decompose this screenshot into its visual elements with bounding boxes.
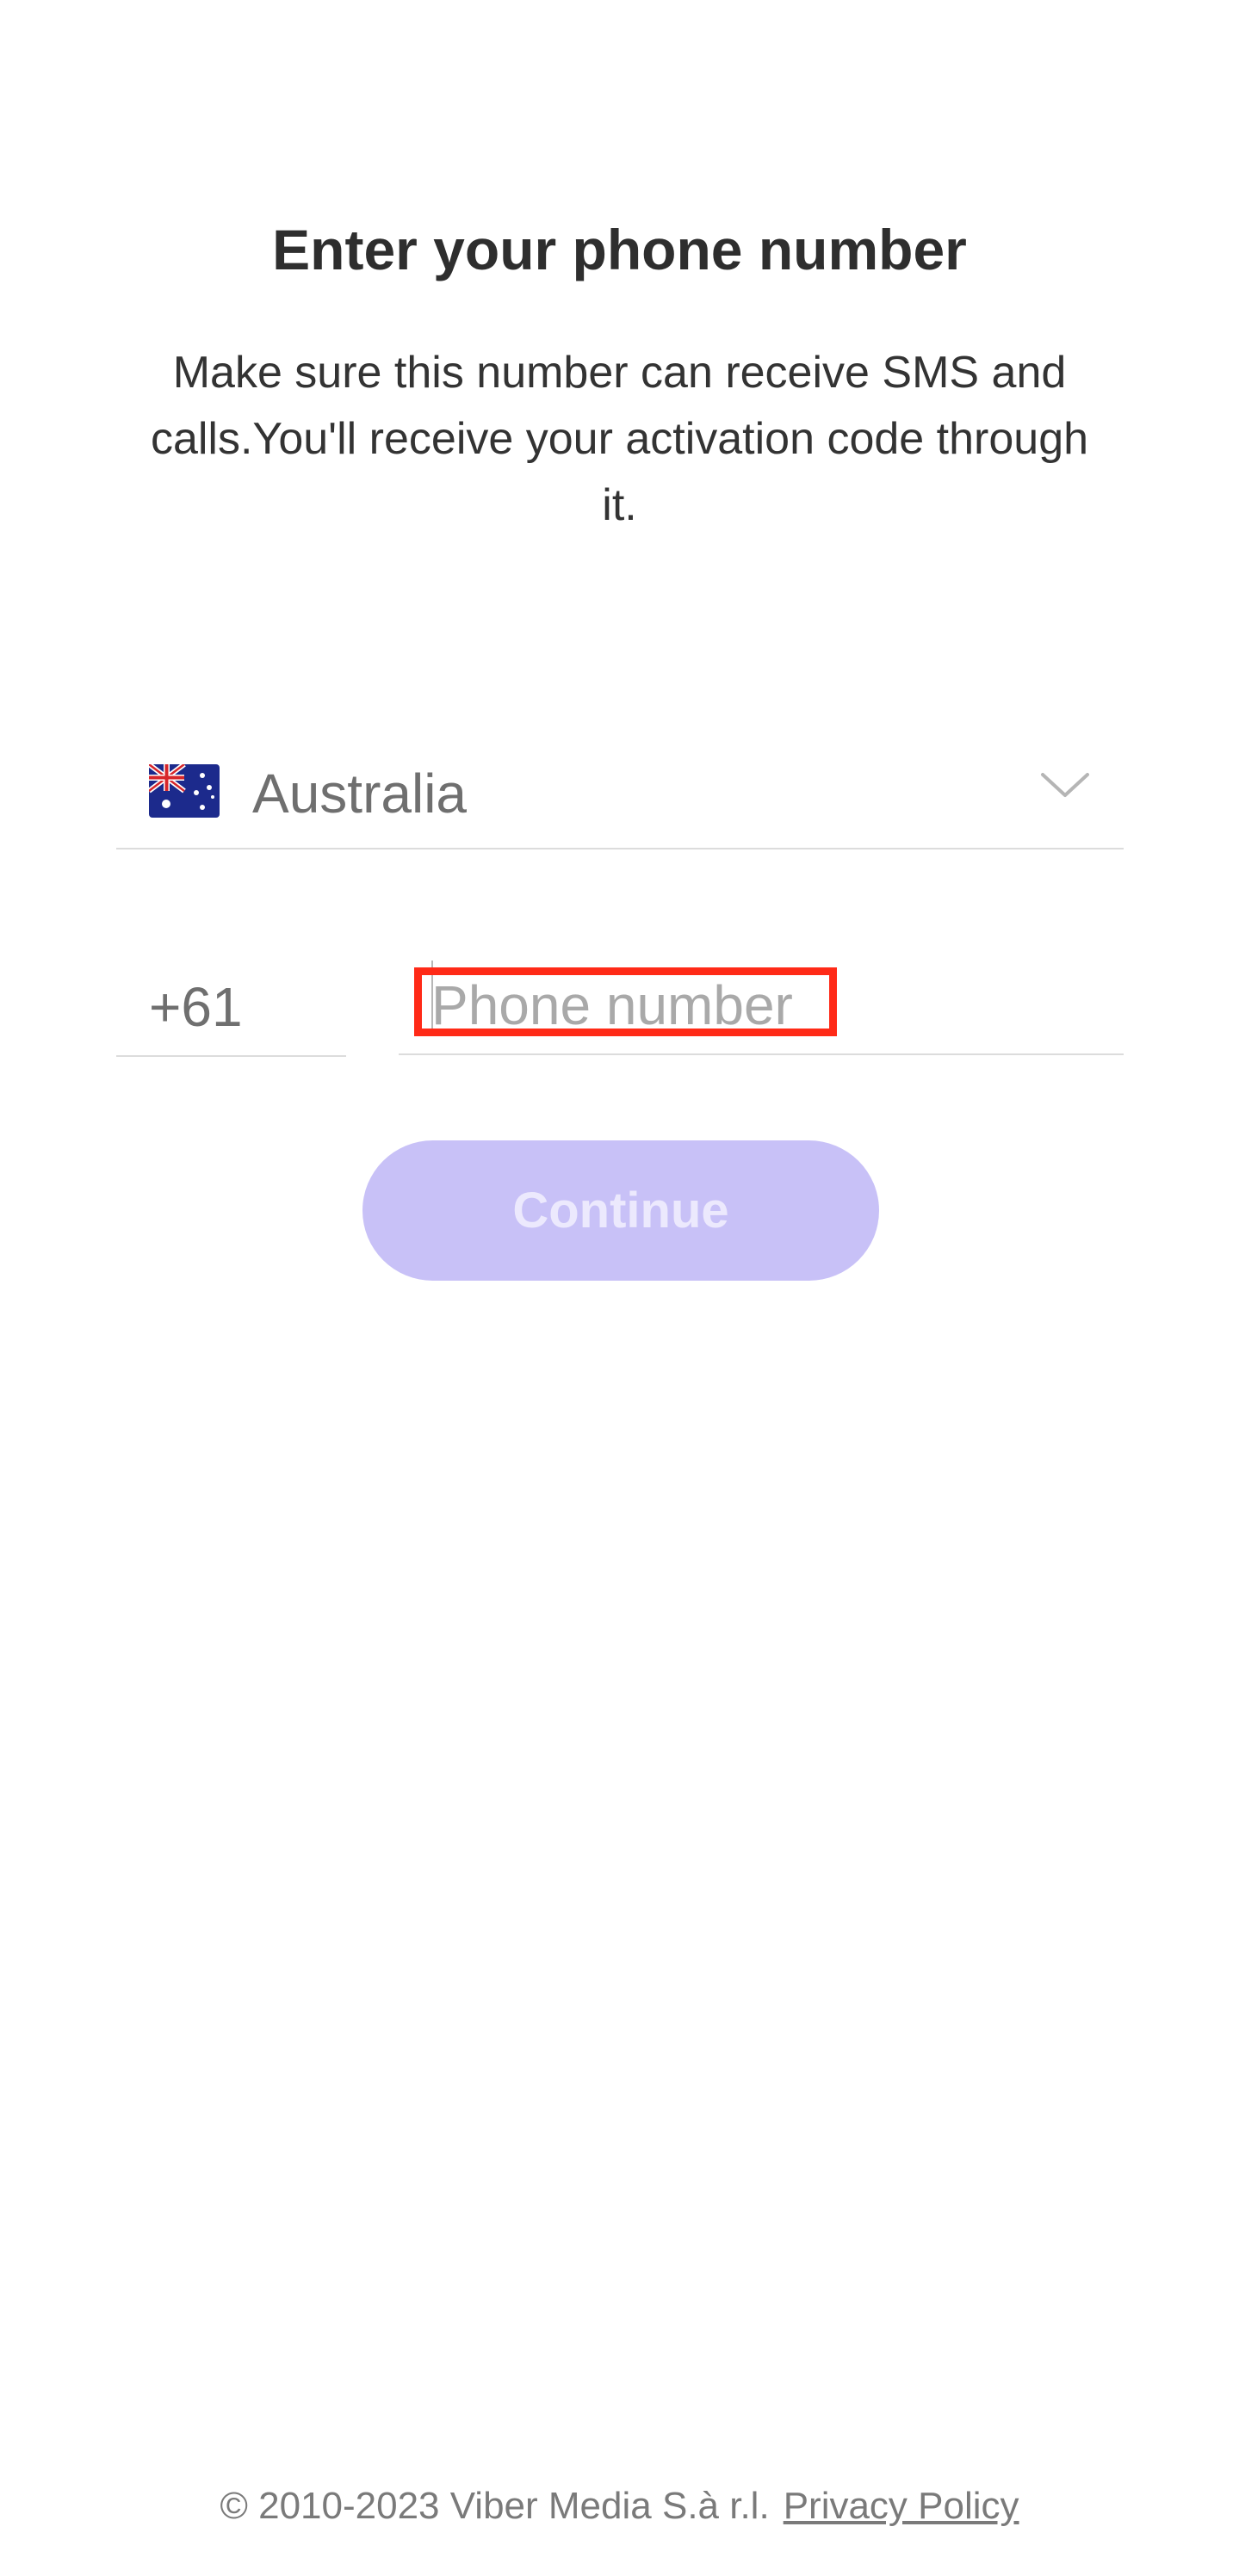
page-title: Enter your phone number — [272, 218, 967, 281]
phone-number-input[interactable] — [431, 967, 1086, 1043]
country-selector[interactable]: Australia — [116, 749, 1124, 849]
copyright-text: © 2010-2023 Viber Media S.à r.l. — [220, 2485, 770, 2527]
country-code-field[interactable]: +61 — [116, 955, 346, 1057]
australia-flag-icon — [149, 764, 220, 818]
chevron-down-icon[interactable] — [1039, 768, 1091, 802]
footer: © 2010-2023 Viber Media S.à r.l. Privacy … — [0, 2480, 1239, 2532]
country-code-value: +61 — [149, 976, 243, 1038]
privacy-policy-link[interactable]: Privacy Policy — [784, 2485, 1019, 2527]
phone-number-field[interactable] — [399, 955, 1124, 1055]
page-subtitle: Make sure this number can receive SMS an… — [150, 348, 1089, 530]
continue-button[interactable]: Continue — [362, 1140, 879, 1281]
selected-country-label: Australia — [252, 763, 467, 825]
